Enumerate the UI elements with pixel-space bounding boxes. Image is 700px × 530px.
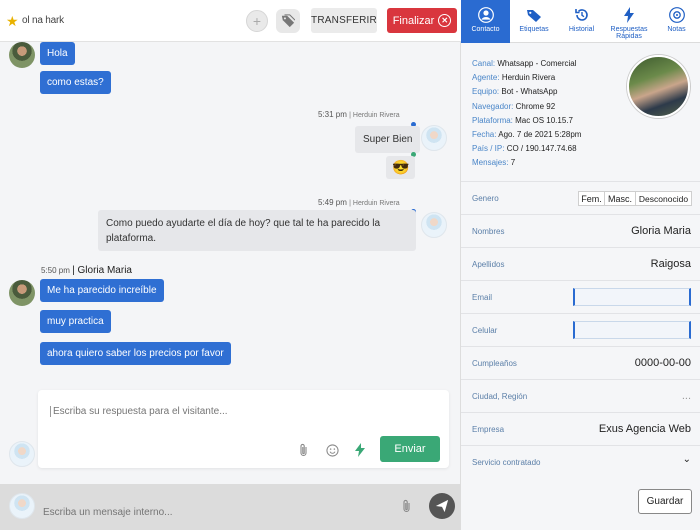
customer-message: ahora quiero saber los precios por favor [40, 342, 231, 365]
message-meta: 5:31 pm | Herduin Rivera [318, 110, 400, 119]
message-meta: 5:50 pm | Gloria Maria [41, 265, 132, 276]
info-row: Equipo: Bot - WhatsApp [472, 87, 558, 97]
message-list[interactable]: Hola como estas? 5:31 pm | Herduin River… [0, 42, 461, 385]
history-icon [574, 9, 588, 21]
message-meta: 5:49 pm | Herduin Rivera [318, 198, 400, 207]
info-row: Navegador: Chrome 92 [472, 101, 556, 111]
close-circle-icon: ✕ [438, 14, 452, 27]
info-row: Plataforma: Mac OS 10.15.7 [472, 115, 573, 125]
gender-unknown-option[interactable]: Desconocido [636, 191, 692, 206]
reply-box: Enviar [38, 390, 449, 468]
lightning-icon[interactable] [352, 442, 368, 458]
field-genero: Genero Fem. Masc. Desconocido [461, 181, 700, 214]
attachment-icon[interactable] [402, 499, 412, 516]
agent-avatar [421, 212, 447, 238]
customer-avatar [9, 42, 35, 68]
contact-photo [627, 55, 690, 118]
customer-message: Hola [40, 42, 75, 65]
agent-avatar [421, 125, 447, 151]
attachment-icon[interactable] [296, 442, 312, 458]
agent-message: Como puedo ayudarte el día de hoy? que t… [98, 210, 416, 251]
field-empresa[interactable]: Empresa Exus Agencia Web [461, 412, 700, 445]
phone-input[interactable] [573, 321, 691, 339]
chevron-down-icon[interactable]: ⌄ [683, 454, 691, 465]
tag-icon[interactable] [276, 9, 300, 33]
tab-contacto[interactable]: Contacto [461, 0, 510, 43]
field-apellidos[interactable]: Apellidos Raigosa [461, 247, 700, 280]
field-nombres[interactable]: Nombres Gloria Maria [461, 214, 700, 247]
field-celular: Celular [461, 313, 700, 346]
finish-label: Finalizar [392, 14, 435, 27]
contact-name: ol na hark [22, 15, 64, 26]
agent-emoji-message: 😎 [386, 156, 416, 179]
email-input[interactable] [573, 288, 691, 306]
info-row: Canal: Whatsapp - Comercial [472, 59, 577, 68]
lightning-icon [624, 7, 634, 23]
gender-fem-option[interactable]: Fem. [578, 191, 605, 206]
tab-etiquetas[interactable]: Etiquetas [510, 0, 558, 43]
info-row: Mensajes: 7 [472, 158, 516, 168]
gender-masc-option[interactable]: Masc. [605, 191, 636, 206]
reply-input[interactable] [50, 406, 430, 417]
internal-message-input[interactable] [43, 507, 383, 518]
info-row: Fecha: Ago. 7 de 2021 5:28pm [472, 130, 582, 140]
info-row: Agente: Herduin Rivera [472, 73, 556, 83]
send-icon[interactable] [429, 493, 455, 519]
note-icon [668, 7, 685, 23]
field-email: Email [461, 280, 700, 313]
tab-respuestas-rapidas[interactable]: Respuestas Rápidas [605, 0, 653, 43]
tab-historial[interactable]: Historial [558, 0, 605, 43]
tab-notas[interactable]: Notas [653, 0, 700, 43]
customer-avatar [9, 280, 35, 306]
contact-info: Canal: Whatsapp - Comercial Agente: Herd… [472, 57, 632, 171]
transfer-button[interactable]: TRANSFERIR [311, 8, 377, 33]
emoji-icon[interactable] [324, 442, 340, 458]
customer-message: como estas? [40, 71, 111, 94]
internal-message-bar [0, 484, 461, 530]
sidebar-tabs: Contacto Etiquetas Historial Respuestas … [461, 0, 700, 43]
info-row: País / IP: CO / 190.147.74.68 [472, 144, 577, 154]
field-ciudad[interactable]: Ciudad, Región ... [461, 379, 700, 412]
agent-message: Super Bien [355, 126, 421, 153]
star-icon[interactable]: ★ [6, 13, 19, 30]
finish-button[interactable]: Finalizar ✕ [387, 8, 457, 33]
user-icon [477, 7, 494, 23]
agent-avatar [9, 441, 35, 467]
save-button[interactable]: Guardar [638, 489, 692, 514]
send-button[interactable]: Enviar [380, 436, 440, 462]
chat-header: ★ ol na hark + TRANSFERIR Finalizar ✕ [0, 0, 461, 42]
field-servicio[interactable]: Servicio contratado ⌄ [461, 445, 700, 478]
field-cumpleanos[interactable]: Cumpleaños 0000-00-00 [461, 346, 700, 379]
agent-avatar [9, 493, 35, 519]
customer-message: Me ha parecido increíble [40, 279, 164, 302]
tags-icon [527, 10, 541, 22]
customer-message: muy practica [40, 310, 111, 333]
add-icon[interactable]: + [246, 10, 268, 32]
chat-panel: ★ ol na hark + TRANSFERIR Finalizar ✕ Ho… [0, 0, 461, 530]
